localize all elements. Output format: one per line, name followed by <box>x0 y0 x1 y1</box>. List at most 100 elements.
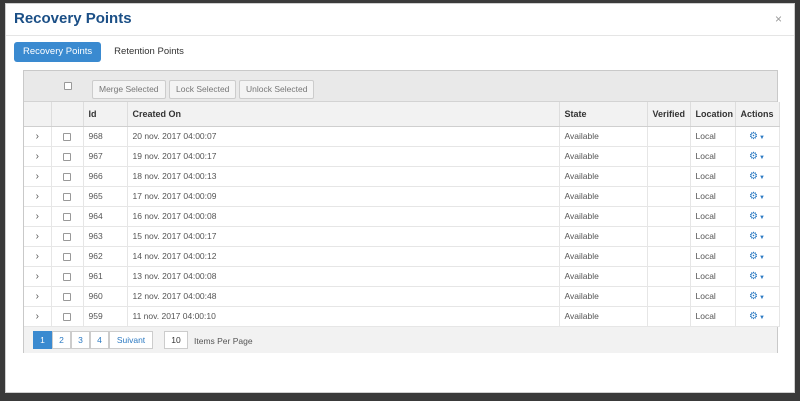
table-row[interactable]: › 963 15 nov. 2017 04:00:17 Available Local ⚙… <box>24 226 780 247</box>
actions-cell[interactable]: ⚙▼ <box>735 146 780 167</box>
caret-down-icon[interactable]: ▼ <box>759 135 765 141</box>
actions-cell[interactable]: ⚙▼ <box>735 306 780 327</box>
chevron-right-icon[interactable]: › <box>36 191 39 202</box>
verified-column-header[interactable]: Verified <box>647 102 691 127</box>
row-checkbox-cell[interactable] <box>51 286 84 307</box>
row-checkbox-cell[interactable] <box>51 126 84 147</box>
expand-row-cell[interactable]: › <box>24 226 52 247</box>
close-icon[interactable]: × <box>775 12 782 26</box>
caret-down-icon[interactable]: ▼ <box>759 195 765 201</box>
actions-cell[interactable]: ⚙▼ <box>735 206 780 227</box>
page-4-button[interactable]: 4 <box>90 331 109 349</box>
location-cell: Local <box>690 226 736 247</box>
chevron-right-icon[interactable]: › <box>36 251 39 262</box>
row-checkbox[interactable] <box>63 312 71 321</box>
row-checkbox[interactable] <box>63 172 71 181</box>
actions-cell[interactable]: ⚙▼ <box>735 166 780 187</box>
row-checkbox[interactable] <box>63 272 71 281</box>
row-checkbox-cell[interactable] <box>51 226 84 247</box>
expand-row-cell[interactable]: › <box>24 126 52 147</box>
gear-icon[interactable]: ⚙ <box>749 151 758 162</box>
page-size-input[interactable]: 10 <box>164 331 188 349</box>
row-checkbox[interactable] <box>63 152 71 161</box>
table-row[interactable]: › 968 20 nov. 2017 04:00:07 Available Local ⚙… <box>24 126 780 147</box>
row-checkbox-cell[interactable] <box>51 306 84 327</box>
table-row[interactable]: › 965 17 nov. 2017 04:00:09 Available Local ⚙… <box>24 186 780 207</box>
chevron-right-icon[interactable]: › <box>36 311 39 322</box>
gear-icon[interactable]: ⚙ <box>749 251 758 262</box>
caret-down-icon[interactable]: ▼ <box>759 175 765 181</box>
chevron-right-icon[interactable]: › <box>36 171 39 182</box>
id-column-header[interactable]: Id <box>83 102 128 127</box>
next-page-button[interactable]: Suivant <box>109 331 153 349</box>
chevron-right-icon[interactable]: › <box>36 291 39 302</box>
row-checkbox-cell[interactable] <box>51 206 84 227</box>
chevron-right-icon[interactable]: › <box>36 131 39 142</box>
row-checkbox-cell[interactable] <box>51 146 84 167</box>
expand-row-cell[interactable]: › <box>24 166 52 187</box>
caret-down-icon[interactable]: ▼ <box>759 235 765 241</box>
actions-cell[interactable]: ⚙▼ <box>735 266 780 287</box>
row-checkbox-cell[interactable] <box>51 186 84 207</box>
expand-column-header <box>24 102 52 127</box>
actions-cell[interactable]: ⚙▼ <box>735 246 780 267</box>
table-row[interactable]: › 967 19 nov. 2017 04:00:17 Available Local ⚙… <box>24 146 780 167</box>
caret-down-icon[interactable]: ▼ <box>759 315 765 321</box>
expand-row-cell[interactable]: › <box>24 186 52 207</box>
table-row[interactable]: › 960 12 nov. 2017 04:00:48 Available Local ⚙… <box>24 286 780 307</box>
actions-cell[interactable]: ⚙▼ <box>735 126 780 147</box>
gear-icon[interactable]: ⚙ <box>749 211 758 222</box>
gear-icon[interactable]: ⚙ <box>749 271 758 282</box>
table-row[interactable]: › 962 14 nov. 2017 04:00:12 Available Local ⚙… <box>24 246 780 267</box>
gear-icon[interactable]: ⚙ <box>749 231 758 242</box>
created-on-column-header[interactable]: Created On <box>127 102 560 127</box>
caret-down-icon[interactable]: ▼ <box>759 295 765 301</box>
merge-selected-button[interactable]: Merge Selected <box>92 80 166 99</box>
table-row[interactable]: › 964 16 nov. 2017 04:00:08 Available Local ⚙… <box>24 206 780 227</box>
caret-down-icon[interactable]: ▼ <box>759 215 765 221</box>
actions-cell[interactable]: ⚙▼ <box>735 186 780 207</box>
page-3-button[interactable]: 3 <box>71 331 90 349</box>
gear-icon[interactable]: ⚙ <box>749 191 758 202</box>
actions-cell[interactable]: ⚙▼ <box>735 286 780 307</box>
tab-retention-points[interactable]: Retention Points <box>105 42 193 62</box>
page-1-button[interactable]: 1 <box>33 331 52 349</box>
chevron-right-icon[interactable]: › <box>36 271 39 282</box>
table-row[interactable]: › 959 11 nov. 2017 04:00:10 Available Local ⚙… <box>24 306 780 327</box>
row-checkbox[interactable] <box>63 252 71 261</box>
expand-row-cell[interactable]: › <box>24 146 52 167</box>
gear-icon[interactable]: ⚙ <box>749 311 758 322</box>
actions-cell[interactable]: ⚙▼ <box>735 226 780 247</box>
expand-row-cell[interactable]: › <box>24 246 52 267</box>
chevron-right-icon[interactable]: › <box>36 211 39 222</box>
lock-selected-button[interactable]: Lock Selected <box>169 80 237 99</box>
table-row[interactable]: › 966 18 nov. 2017 04:00:13 Available Local ⚙… <box>24 166 780 187</box>
row-checkbox-cell[interactable] <box>51 266 84 287</box>
row-checkbox[interactable] <box>63 232 71 241</box>
row-checkbox-cell[interactable] <box>51 246 84 267</box>
chevron-right-icon[interactable]: › <box>36 231 39 242</box>
row-checkbox[interactable] <box>63 132 71 141</box>
chevron-right-icon[interactable]: › <box>36 151 39 162</box>
caret-down-icon[interactable]: ▼ <box>759 275 765 281</box>
expand-row-cell[interactable]: › <box>24 266 52 287</box>
row-checkbox-cell[interactable] <box>51 166 84 187</box>
row-checkbox[interactable] <box>63 212 71 221</box>
expand-row-cell[interactable]: › <box>24 206 52 227</box>
caret-down-icon[interactable]: ▼ <box>759 255 765 261</box>
table-row[interactable]: › 961 13 nov. 2017 04:00:08 Available Local ⚙… <box>24 266 780 287</box>
state-column-header[interactable]: State <box>559 102 648 127</box>
page-2-button[interactable]: 2 <box>52 331 71 349</box>
expand-row-cell[interactable]: › <box>24 306 52 327</box>
gear-icon[interactable]: ⚙ <box>749 171 758 182</box>
caret-down-icon[interactable]: ▼ <box>759 155 765 161</box>
location-column-header[interactable]: Location <box>690 102 736 127</box>
row-checkbox[interactable] <box>63 292 71 301</box>
gear-icon[interactable]: ⚙ <box>749 131 758 142</box>
unlock-selected-button[interactable]: Unlock Selected <box>239 80 315 99</box>
gear-icon[interactable]: ⚙ <box>749 291 758 302</box>
select-all-checkbox[interactable] <box>64 82 72 90</box>
expand-row-cell[interactable]: › <box>24 286 52 307</box>
row-checkbox[interactable] <box>63 192 71 201</box>
tab-recovery-points[interactable]: Recovery Points <box>14 42 102 62</box>
